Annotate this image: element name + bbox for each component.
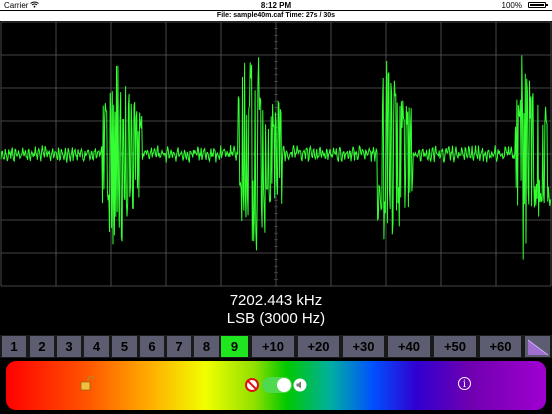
no-entry-icon[interactable]	[245, 378, 259, 397]
button-7[interactable]: 7	[167, 336, 191, 357]
battery-percent: 100%	[501, 1, 522, 10]
envelope-button[interactable]	[525, 336, 550, 357]
button-row: 1 2 3 4 5 6 7 8 9 +10 +20 +30 +40 +50 +60	[0, 335, 552, 358]
button-4[interactable]: 4	[84, 336, 109, 357]
button-5[interactable]: 5	[112, 336, 137, 357]
file-info: File: sample40m.caf Time: 27s / 30s	[0, 11, 552, 21]
button-plus-20[interactable]: +20	[298, 336, 339, 357]
button-plus-30[interactable]: +30	[343, 336, 384, 357]
button-3[interactable]: 3	[57, 336, 81, 357]
status-bar: Carrier 8:12 PM 100%	[0, 0, 552, 10]
button-6[interactable]: 6	[140, 336, 164, 357]
button-9[interactable]: 9	[221, 336, 248, 357]
button-1[interactable]: 1	[2, 336, 26, 357]
mode-readout: LSB (3000 Hz)	[226, 310, 326, 327]
button-plus-40[interactable]: +40	[388, 336, 430, 357]
frequency-readout: 7202.443 kHz	[229, 292, 323, 309]
ramp-icon	[527, 339, 549, 356]
button-8[interactable]: 8	[194, 336, 219, 357]
button-2[interactable]: 2	[30, 336, 54, 357]
battery-icon	[528, 2, 548, 8]
speaker-icon[interactable]	[293, 378, 307, 397]
button-plus-60[interactable]: +60	[480, 336, 521, 357]
button-plus-50[interactable]: +50	[434, 336, 476, 357]
clock: 8:12 PM	[260, 1, 292, 10]
button-plus-10[interactable]: +10	[252, 336, 294, 357]
open-lock-icon[interactable]	[80, 375, 95, 396]
oscilloscope-display	[0, 21, 552, 287]
audio-toggle[interactable]	[262, 377, 292, 393]
info-icon[interactable]: i	[458, 377, 471, 390]
